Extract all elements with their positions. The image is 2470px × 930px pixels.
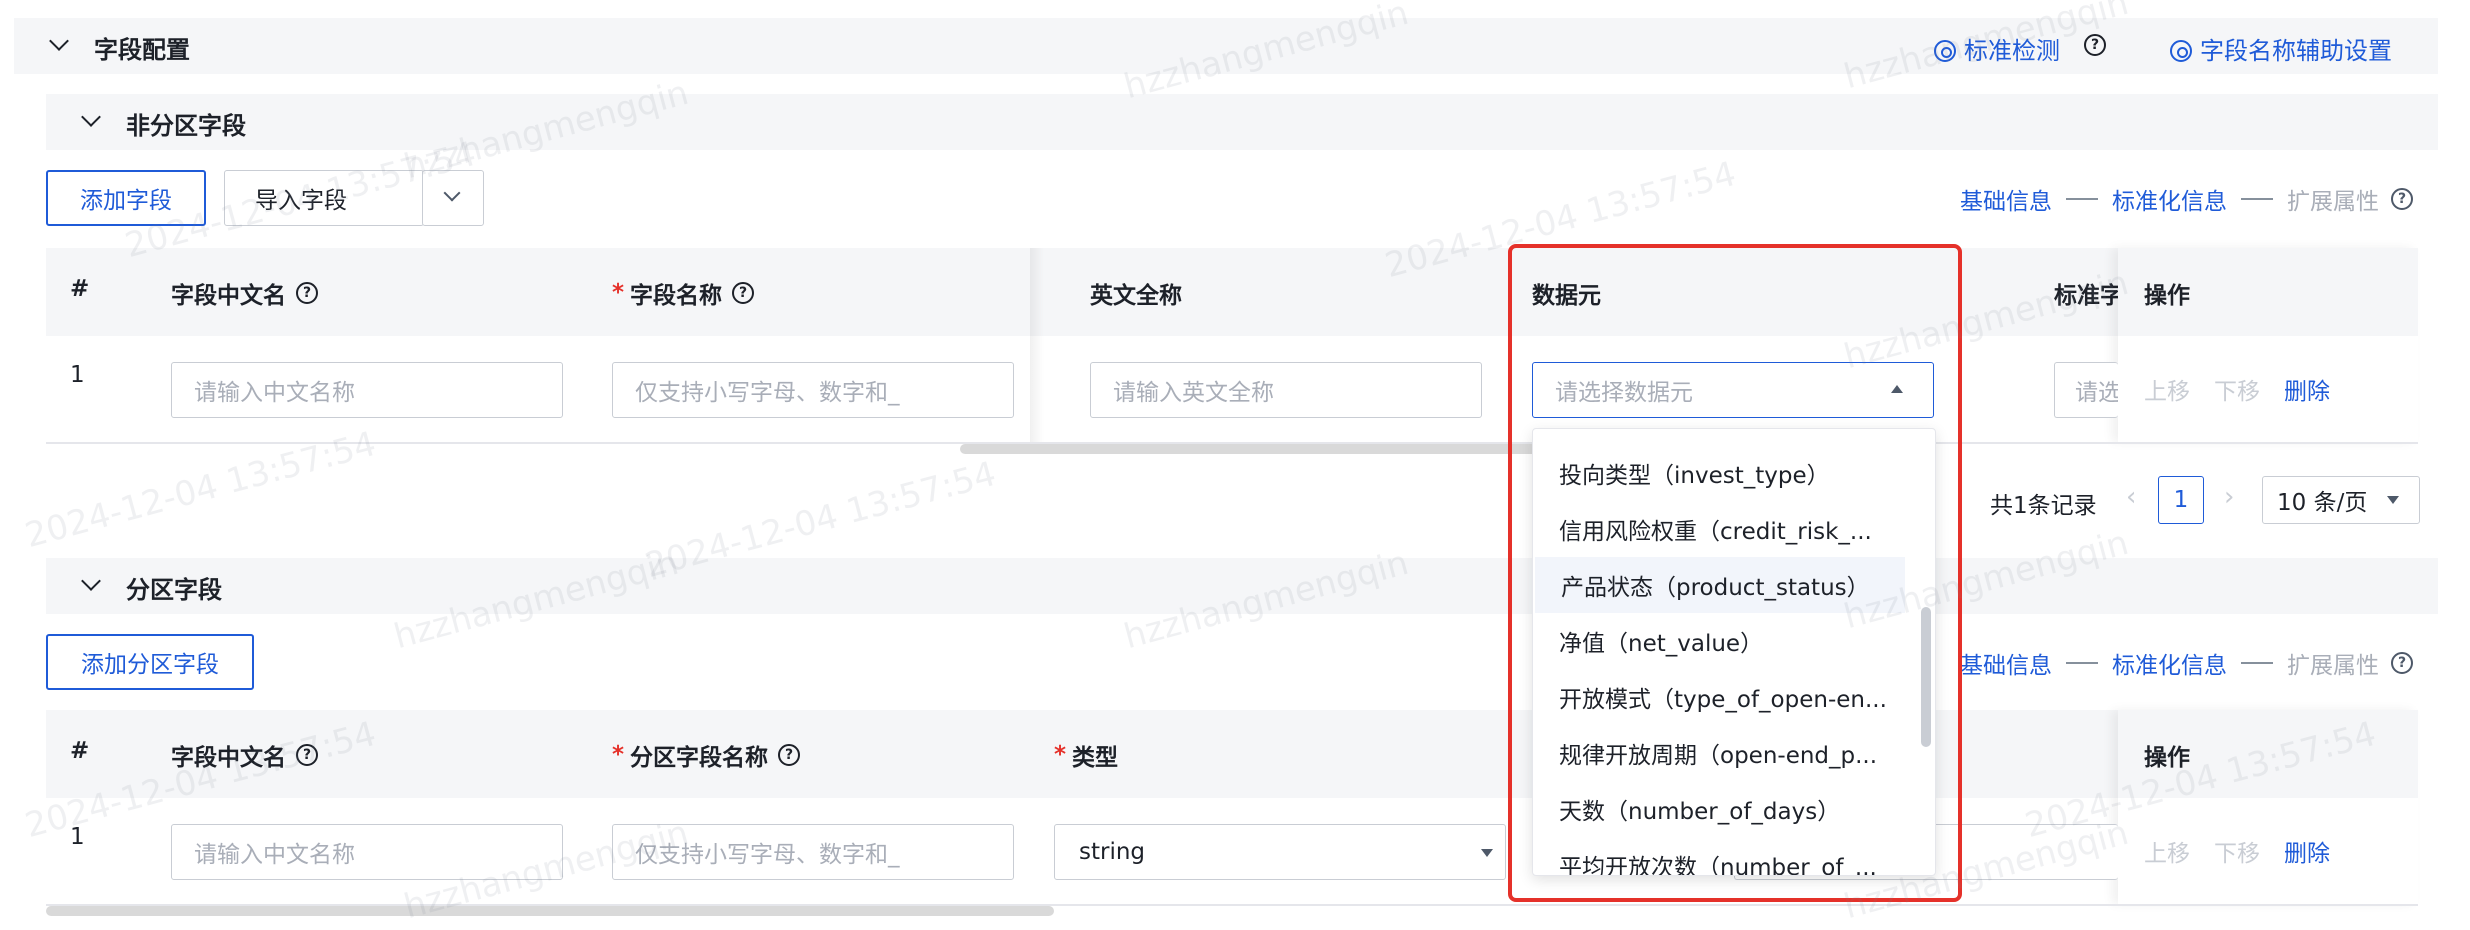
non-partition-header <box>46 94 2438 150</box>
col-index: # <box>70 276 90 302</box>
row-index: 1 <box>70 824 85 850</box>
add-field-button[interactable]: 添加字段 <box>46 170 206 226</box>
col-index: # <box>70 738 90 764</box>
field-config-title: 字段配置 <box>94 36 190 64</box>
partition-steps-nav: 基础信息 标准化信息 扩展属性 ? <box>1960 646 2413 680</box>
cn-name-input[interactable]: 请输入中文名称 <box>171 362 563 418</box>
chevron-down-icon <box>443 184 461 202</box>
col-field-name: * 字段名称? <box>612 276 755 310</box>
col-type: * 类型 <box>1054 742 1119 771</box>
row-ops: 上移 下移 删除 <box>2144 372 2330 406</box>
move-down-button[interactable]: 下移 <box>2214 841 2260 867</box>
step-basic[interactable]: 基础信息 <box>1960 182 2052 216</box>
page-size-select[interactable]: 10 条/页 <box>2262 476 2420 524</box>
move-up-button[interactable]: 上移 <box>2144 841 2190 867</box>
gear-icon <box>1934 40 1956 62</box>
field-name-input[interactable]: 仅支持小写字母、数字和_ <box>612 362 1014 418</box>
step-divider <box>2066 662 2098 664</box>
standard-check-button[interactable]: 标准检测 <box>1934 31 2060 66</box>
step-divider <box>2066 198 2098 200</box>
move-down-button[interactable]: 下移 <box>2214 379 2260 405</box>
current-page[interactable]: 1 <box>2158 476 2204 524</box>
col-cn-name: 字段中文名? <box>171 738 318 772</box>
watermark: 2024-12-04 13:57:54 <box>20 423 381 557</box>
next-page-icon[interactable]: › <box>2224 482 2234 512</box>
highlight-box <box>1508 244 1962 902</box>
col-ops: 操作 <box>2144 283 2190 309</box>
help-icon[interactable]: ? <box>296 282 318 304</box>
type-select[interactable]: string <box>1054 824 1506 880</box>
step-standard[interactable]: 标准化信息 <box>2112 646 2227 680</box>
help-icon[interactable]: ? <box>2084 34 2106 56</box>
partition-title: 分区字段 <box>126 576 222 604</box>
caret-down-icon <box>1481 849 1493 857</box>
help-icon[interactable]: ? <box>2391 188 2413 210</box>
standard-input[interactable]: 请选 <box>2054 362 2118 418</box>
caret-down-icon <box>2387 496 2399 504</box>
partition-name-input[interactable]: 仅支持小写字母、数字和_ <box>612 824 1014 880</box>
horizontal-scrollbar[interactable] <box>46 906 1054 916</box>
delete-button[interactable]: 删除 <box>2284 379 2330 405</box>
col-cn-name: 字段中文名? <box>171 276 318 310</box>
col-ops: 操作 <box>2144 745 2190 771</box>
add-partition-button[interactable]: 添加分区字段 <box>46 634 254 690</box>
row-ops: 上移 下移 删除 <box>2144 834 2330 868</box>
move-up-button[interactable]: 上移 <box>2144 379 2190 405</box>
step-extend[interactable]: 扩展属性 <box>2287 646 2379 680</box>
column-shadow <box>1030 248 1044 442</box>
step-divider <box>2241 662 2273 664</box>
partition-table-header-bg <box>46 710 2418 798</box>
field-config-header <box>14 18 2438 74</box>
pager-total: 共1条记录 <box>1990 493 2097 519</box>
step-divider <box>2241 198 2273 200</box>
help-icon[interactable]: ? <box>732 282 755 304</box>
col-standard: 标准字 <box>2054 283 2120 309</box>
step-standard[interactable]: 标准化信息 <box>2112 182 2227 216</box>
help-icon[interactable]: ? <box>778 744 801 766</box>
import-field-button[interactable]: 导入字段 <box>224 170 424 226</box>
col-partition-name: * 分区字段名称? <box>612 738 801 772</box>
en-full-input[interactable]: 请输入英文全称 <box>1090 362 1482 418</box>
help-icon[interactable]: ? <box>2391 652 2413 674</box>
help-icon[interactable]: ? <box>296 744 318 766</box>
step-extend[interactable]: 扩展属性 <box>2287 182 2379 216</box>
gear-icon <box>2170 40 2192 62</box>
name-assist-button[interactable]: 字段名称辅助设置 <box>2170 31 2392 66</box>
non-partition-title: 非分区字段 <box>126 112 246 140</box>
step-basic[interactable]: 基础信息 <box>1960 646 2052 680</box>
partition-header <box>46 558 2438 614</box>
import-dropdown-toggle[interactable] <box>422 170 484 226</box>
row-index: 1 <box>70 362 85 388</box>
delete-button[interactable]: 删除 <box>2284 841 2330 867</box>
steps-nav: 基础信息 标准化信息 扩展属性 ? <box>1960 182 2413 216</box>
col-en-full: 英文全称 <box>1090 283 1182 309</box>
partition-cn-name-input[interactable]: 请输入中文名称 <box>171 824 563 880</box>
prev-page-icon[interactable]: ‹ <box>2126 482 2136 512</box>
